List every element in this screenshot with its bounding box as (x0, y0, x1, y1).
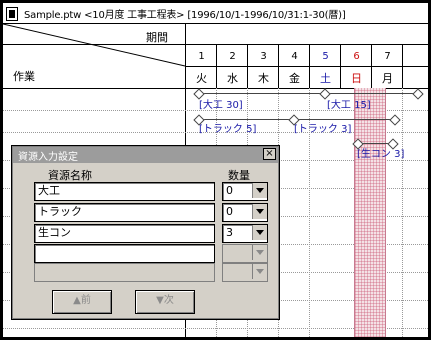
day-number: 3 (260, 51, 267, 62)
day-name: 木 (258, 72, 269, 85)
day-name: 日 (351, 72, 362, 85)
bar-label[interactable]: [トラック 5] (199, 120, 256, 135)
quantity-select[interactable]: 0 (222, 182, 268, 201)
resource-name-field[interactable] (34, 244, 215, 263)
quantity-select (222, 263, 268, 282)
next-button[interactable]: ▼次 (135, 290, 195, 314)
close-button[interactable]: × (263, 148, 276, 160)
window-title: Sample.ptw <10月度 工事工程表> [1996/10/1-1996/… (24, 10, 346, 21)
day-name: 月 (382, 72, 393, 85)
resource-name-field[interactable]: 大工 (34, 182, 215, 201)
quantity-value: 0 (226, 205, 233, 218)
resource-name-field[interactable]: 生コン (34, 224, 215, 243)
resource-name-field (34, 263, 215, 282)
period-label: 期間 (146, 31, 168, 44)
chevron-down-icon (252, 264, 267, 279)
bar-label[interactable]: [トラック 3] (294, 120, 351, 135)
chevron-down-icon[interactable] (252, 225, 267, 240)
day-number: 5 (322, 51, 329, 62)
bar-label[interactable]: [大工 15] (327, 96, 371, 111)
day-number: 4 (291, 51, 298, 62)
quantity-select[interactable]: 3 (222, 224, 268, 243)
day-number: 7 (384, 51, 391, 62)
chevron-down-icon (252, 245, 267, 260)
quantity-value: 0 (226, 184, 233, 197)
resource-name-header: 資源名称 (48, 169, 92, 182)
day-name: 土 (320, 72, 331, 85)
resource-input-dialog: 資源入力設定 × 資源名称 数量 大工 0 トラック 0 生コン 3 ▲前 ▼次 (11, 145, 280, 320)
prev-button[interactable]: ▲前 (52, 290, 112, 314)
chevron-down-icon[interactable] (252, 183, 267, 198)
bar-line (198, 93, 417, 94)
day-name: 水 (227, 72, 238, 85)
holiday-column (354, 88, 386, 337)
dialog-title: 資源入力設定 (18, 152, 78, 163)
day-number: 1 (198, 51, 205, 62)
bar-label[interactable]: [生コン 3] (357, 145, 404, 160)
chevron-down-icon[interactable] (252, 204, 267, 219)
day-number: 2 (229, 51, 236, 62)
bar-label[interactable]: [大工 30] (199, 96, 243, 111)
daynum-divider (186, 66, 428, 67)
quantity-select[interactable]: 0 (222, 203, 268, 222)
day-number: 6 (353, 51, 360, 62)
day-gridline (402, 88, 404, 337)
day-name: 金 (289, 72, 300, 85)
quantity-header: 数量 (228, 169, 250, 182)
quantity-select (222, 244, 268, 263)
task-label: 作業 (13, 70, 35, 83)
quantity-value: 3 (226, 226, 233, 239)
resource-name-field[interactable]: トラック (34, 203, 215, 222)
day-name: 火 (196, 72, 207, 85)
document-icon (6, 7, 18, 21)
